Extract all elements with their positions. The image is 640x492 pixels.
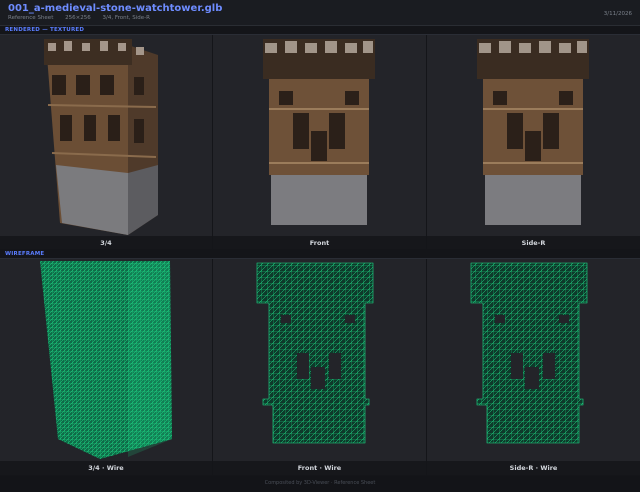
render-panel-side (427, 35, 640, 236)
tower-render-front (263, 39, 375, 225)
tower-wireframe-side (470, 262, 588, 444)
render-panel-front (213, 35, 426, 236)
caption-bar-wire-side: Side-R · Wire (427, 461, 640, 475)
wire-caption-side: Side-R · Wire (509, 464, 558, 472)
wire-panel-front (213, 259, 426, 461)
sheet-subtitle: Reference Sheet 256×256 3/4, Front, Side… (8, 15, 160, 21)
tower-render-side (477, 39, 589, 225)
sheet-footer: Composited by 3D-Viewer · Reference Shee… (0, 476, 640, 492)
view-caption-front: Front (309, 239, 330, 247)
subtitle-resolution: 256×256 (65, 15, 91, 21)
wire-panel-three-quarter (0, 259, 212, 461)
subtitle-views: 3/4, Front, Side-R (102, 15, 150, 21)
view-caption-side: Side-R (521, 239, 546, 247)
section-label-wireframe: WIREFRAME (5, 251, 45, 257)
wire-caption-front: Front · Wire (297, 464, 342, 472)
caption-bar-wire-three-quarter: 3/4 · Wire (0, 461, 212, 475)
wire-panel-side (427, 259, 640, 461)
section-label-rendered: RENDERED — TEXTURED (5, 27, 85, 33)
caption-bar-side: Side-R (427, 236, 640, 249)
wire-caption-three-quarter: 3/4 · Wire (88, 464, 124, 472)
caption-bar-front: Front (213, 236, 426, 249)
footer-text: Composited by 3D-Viewer · Reference Shee… (264, 480, 376, 486)
tower-wireframe-front (256, 262, 374, 444)
caption-bar-three-quarter: 3/4 (0, 236, 212, 249)
tower-render-three-quarter (44, 39, 158, 235)
subtitle-kind: Reference Sheet (8, 15, 54, 21)
sheet-date: 3/11/2026 (603, 11, 632, 17)
sheet-header: 001_a-medieval-stone-watchtower.glb Refe… (0, 0, 640, 26)
view-caption-three-quarter: 3/4 (100, 239, 112, 247)
file-title: 001_a-medieval-stone-watchtower.glb (8, 3, 223, 14)
caption-bar-wire-front: Front · Wire (213, 461, 426, 475)
render-panel-three-quarter (0, 35, 212, 236)
tower-wireframe-three-quarter (40, 261, 172, 459)
